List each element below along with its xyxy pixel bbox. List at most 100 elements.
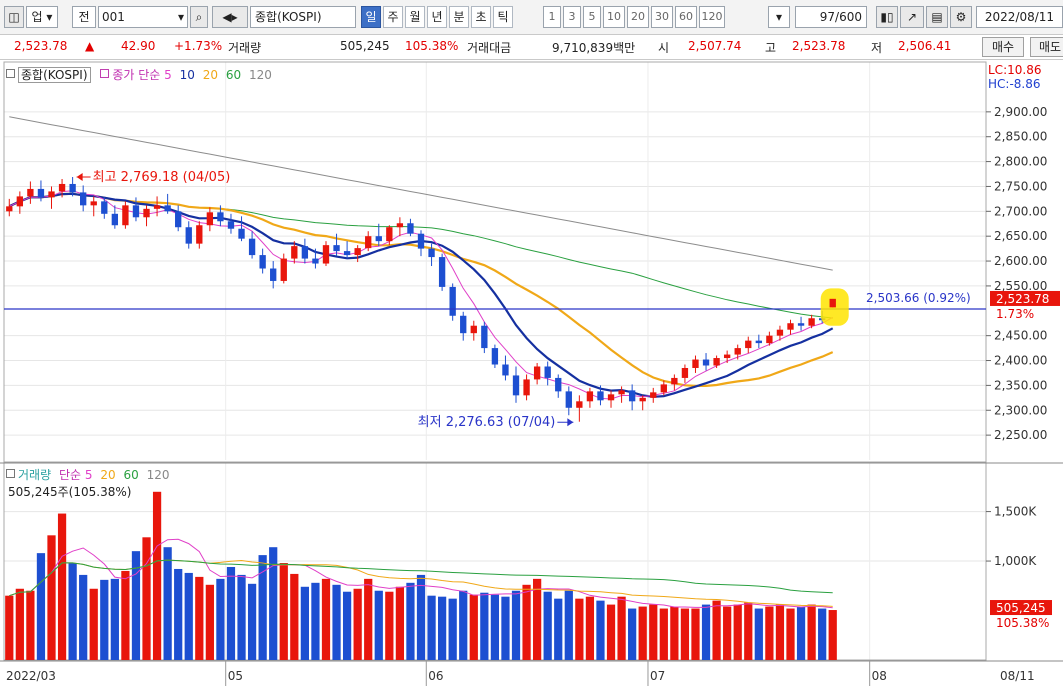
volume-tick-label: 1,000K [994, 554, 1037, 568]
price-tick-label: 2,350.00 [994, 378, 1047, 392]
candle-body [417, 233, 425, 249]
candle-body [238, 228, 245, 239]
interval-tab[interactable]: 5 [583, 6, 601, 28]
price-tick-label: 2,250.00 [994, 428, 1047, 442]
prev-next-icon[interactable]: ◀▸ [212, 6, 248, 28]
volume-bar [174, 568, 183, 660]
candle-body [428, 248, 435, 258]
volume-bar [617, 596, 626, 660]
candle-body [153, 205, 161, 209]
candle-body [27, 188, 34, 197]
high-value: 2,523.78 [792, 39, 846, 53]
interval-tab[interactable]: 3 [563, 6, 581, 28]
volume-legend: 거래량 단순 5 20 60 120 [6, 466, 169, 483]
interval-dropdown[interactable]: ▾ [768, 6, 790, 28]
current-price: 2,523.78 [14, 39, 68, 53]
candle-body [660, 384, 667, 393]
volume-bar [395, 586, 405, 660]
ma120-label: 120 [248, 68, 272, 82]
search-icon[interactable]: ⌕ [190, 6, 208, 28]
lc-label: LC:10.86 [988, 63, 1041, 77]
candle-body [196, 225, 203, 244]
xaxis-label: 08 [872, 669, 887, 683]
period-tab[interactable]: 틱 [493, 6, 513, 28]
volume-ma5-label: 5 [84, 468, 93, 482]
candle-body [555, 377, 562, 392]
interval-tab[interactable]: 20 [627, 6, 649, 28]
candle-body [470, 325, 477, 334]
period-tab[interactable]: 주 [383, 6, 403, 28]
buy-button[interactable]: 매수 [982, 37, 1024, 57]
volume-bar [290, 573, 299, 660]
candle-body [692, 359, 699, 368]
candle-body [808, 318, 815, 326]
price-legend: 종합(KOSPI) 종가 단순 5 10 20 60 120 [6, 66, 272, 83]
candle-body [101, 201, 108, 214]
candle-type-icon[interactable]: ▮▯ [876, 6, 898, 28]
type-button[interactable]: 전 [72, 6, 96, 28]
period-tab[interactable]: 분 [449, 6, 469, 28]
volume-bar [89, 588, 98, 660]
volume-square-icon [6, 469, 15, 478]
volume-bar [596, 600, 605, 660]
sell-button[interactable]: 매도 [1030, 37, 1063, 57]
count-field[interactable]: 97/600 [795, 6, 867, 28]
candle-body [502, 364, 509, 376]
interval-tab[interactable]: 1 [543, 6, 561, 28]
volume-bar [701, 604, 711, 660]
candle-body [175, 211, 182, 228]
volume-bar [744, 602, 753, 660]
candle-body [396, 223, 404, 228]
candle-body [407, 223, 414, 234]
candle-body [37, 188, 45, 198]
legend-name: 종합(KOSPI) [18, 67, 91, 83]
volume-bar [469, 594, 478, 660]
chart-svg[interactable]: 2,900.00 2,850.00 2,800.00 2,750.00 2,700.00… [0, 60, 1063, 686]
indicator-icon[interactable]: ↗ [900, 6, 924, 28]
change-value: 42.90 [121, 39, 156, 53]
volume-bar [279, 563, 288, 660]
candle-body [723, 354, 731, 359]
volume-bar [406, 582, 415, 660]
volume-bar [659, 608, 668, 660]
candle-body [544, 366, 551, 378]
candle-body [90, 201, 97, 206]
chart-menu-icon[interactable]: ◫ [4, 6, 24, 28]
candle-body [301, 246, 309, 259]
interval-tab[interactable]: 60 [675, 6, 697, 28]
candle-body [745, 340, 752, 349]
gear-icon[interactable]: ⚙ [950, 6, 972, 28]
volume-bar [26, 590, 35, 660]
candle-body [628, 390, 636, 402]
xaxis-label: 06 [428, 669, 443, 683]
candle-body [438, 257, 446, 287]
date-field[interactable]: 2022/08/11 [976, 6, 1063, 28]
interval-tab[interactable]: 10 [603, 6, 625, 28]
volume-bar [575, 598, 584, 660]
volume-bar [258, 555, 267, 660]
candle-body [766, 335, 773, 344]
volume-bar [311, 582, 320, 660]
save-icon[interactable]: ▤ [926, 6, 948, 28]
period-tab[interactable]: 일 [361, 6, 381, 28]
volume-bar [36, 553, 46, 660]
period-tab[interactable]: 초 [471, 6, 491, 28]
market-select[interactable]: 업 ▾ [26, 6, 58, 28]
candle-body [586, 391, 594, 402]
last-candle-body [829, 298, 836, 308]
volume-bar [321, 578, 331, 660]
volume-percent: 105.38% [405, 39, 459, 53]
volume-bar [564, 590, 573, 660]
interval-tab[interactable]: 30 [651, 6, 673, 28]
candle-body [111, 213, 119, 226]
candle-body [58, 183, 66, 192]
interval-tab[interactable]: 120 [699, 6, 725, 28]
volume-label: 거래량 [228, 41, 262, 55]
period-tab[interactable]: 년 [427, 6, 447, 28]
code-input[interactable]: 001 ▾ [98, 6, 188, 28]
price-tick-label: 2,900.00 [994, 105, 1047, 119]
period-tab[interactable]: 월 [405, 6, 425, 28]
xaxis-label: 07 [650, 669, 665, 683]
count-total: /600 [835, 10, 862, 24]
volume-bar [754, 608, 763, 660]
